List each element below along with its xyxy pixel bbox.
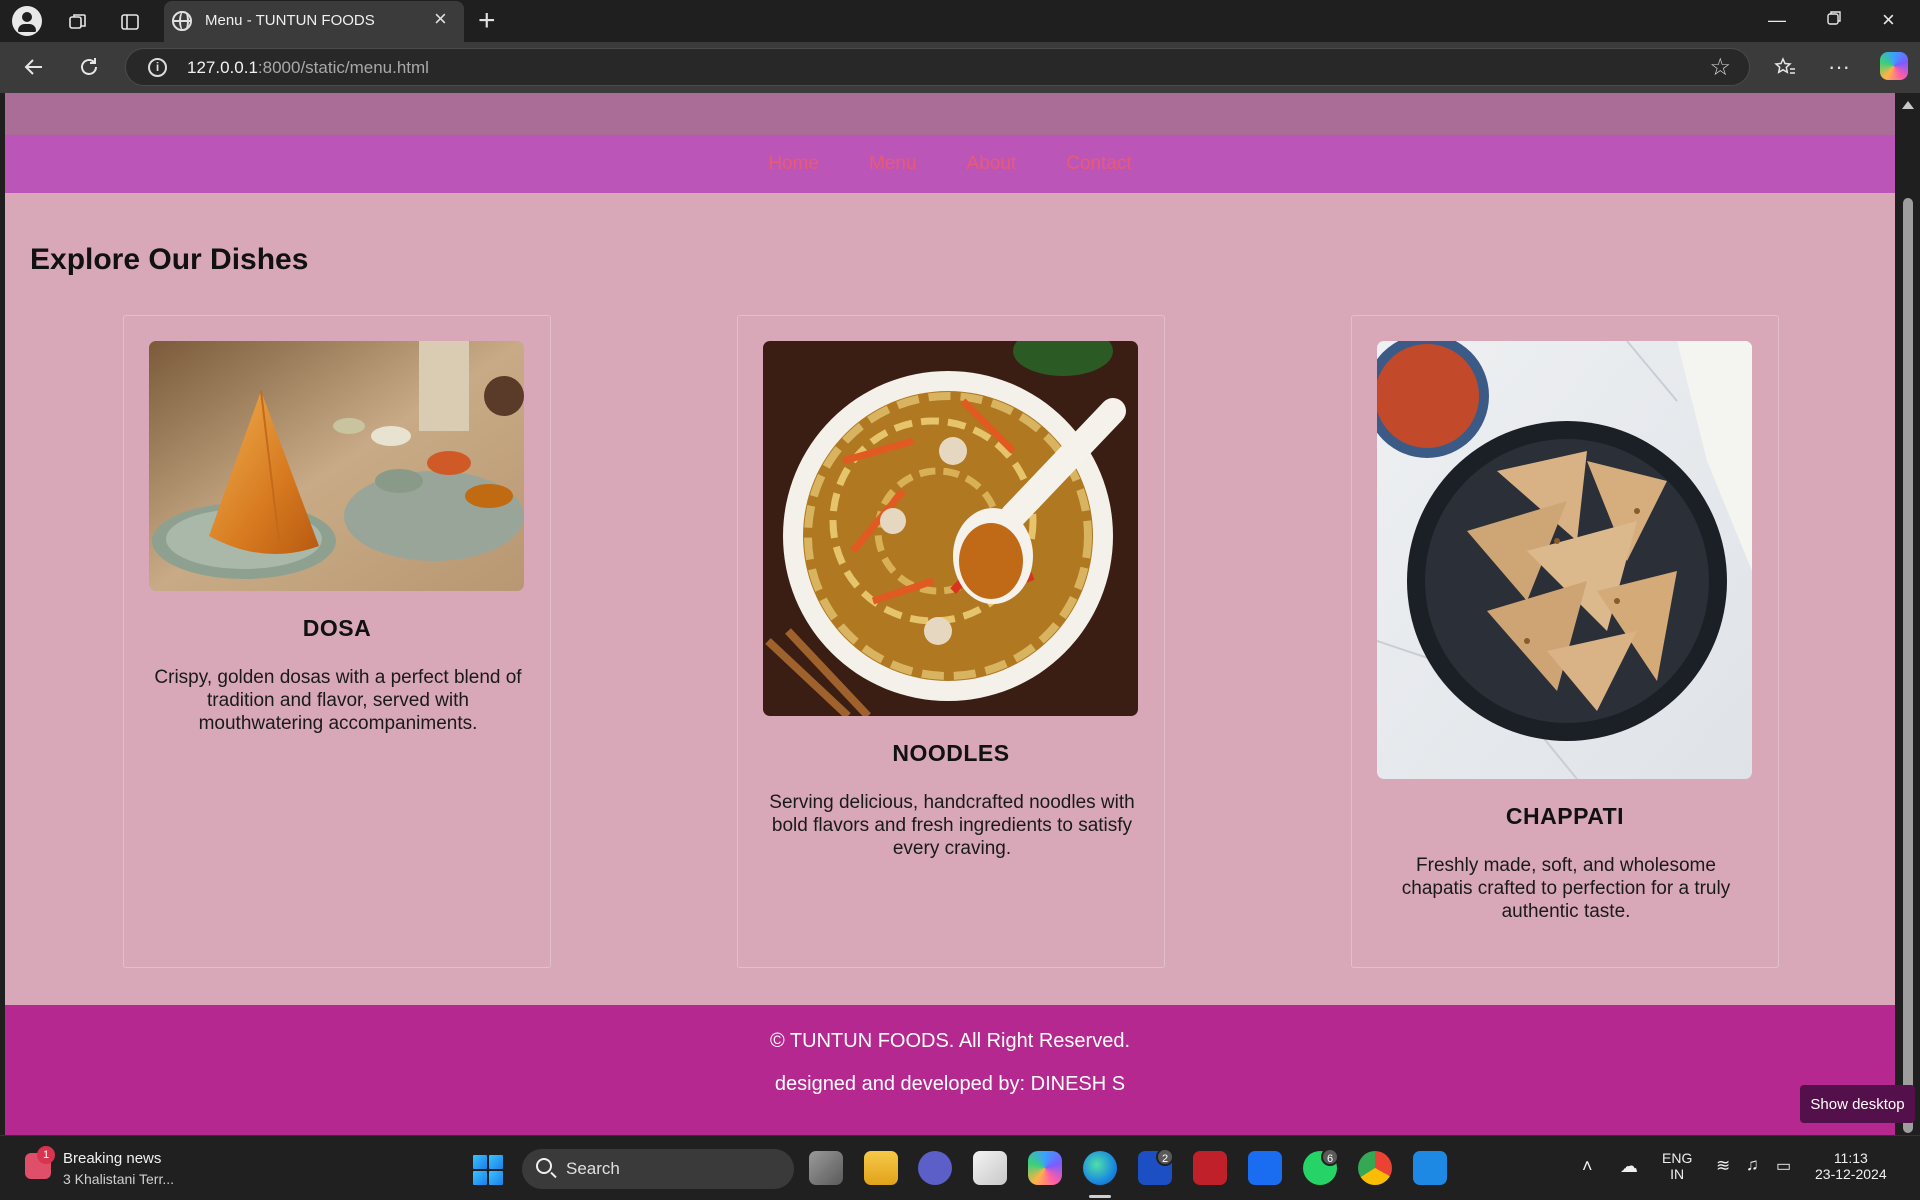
battery-icon[interactable]: ▭	[1776, 1156, 1791, 1176]
scroll-thumb[interactable]	[1903, 198, 1913, 1133]
language-region: IN	[1670, 1166, 1685, 1182]
clock-date: 23-12-2024	[1815, 1166, 1887, 1182]
vscode-icon[interactable]	[1413, 1151, 1447, 1185]
page-scrollbar[interactable]	[1896, 93, 1920, 1135]
favorite-star-icon[interactable]: ☆	[1709, 53, 1731, 82]
new-tab-icon[interactable]: +	[478, 4, 496, 38]
mcafee-icon[interactable]	[1193, 1151, 1227, 1185]
url-input[interactable]: i 127.0.0.1:8000/static/menu.html ☆	[125, 48, 1750, 86]
dish-name: CHAPPATI	[1505, 803, 1625, 829]
whatsapp-badge: 6	[1321, 1148, 1339, 1166]
profile-icon[interactable]	[12, 6, 42, 36]
dish-description: Freshly made, soft, and wholesome chapat…	[1401, 855, 1731, 922]
copilot-taskbar-icon[interactable]	[1028, 1151, 1062, 1185]
page-title: Explore Our Dishes	[30, 243, 309, 276]
reload-icon[interactable]	[71, 50, 107, 84]
site-nav: Home Menu About Contact	[5, 135, 1895, 193]
dish-card-noodles: NOODLES Serving delicious, handcrafted n…	[737, 315, 1165, 968]
footer-credit: designed and developed by: DINESH S	[774, 1073, 1126, 1095]
url-text: 127.0.0.1:8000/static/menu.html	[187, 58, 429, 77]
edge-icon[interactable]	[1083, 1151, 1117, 1185]
restore-icon[interactable]	[1826, 9, 1842, 31]
dish-name: NOODLES	[892, 740, 1010, 766]
site-header-band	[5, 93, 1895, 135]
address-toolbar: i 127.0.0.1:8000/static/menu.html ☆ ···	[0, 42, 1920, 93]
wifi-icon[interactable]: ≋	[1716, 1156, 1730, 1176]
workspaces-icon[interactable]	[60, 8, 96, 36]
dish-description: Serving delicious, handcrafted noodles w…	[769, 792, 1135, 859]
noodles-image	[763, 341, 1138, 716]
dosa-image	[149, 341, 524, 591]
edge-active-indicator	[1089, 1195, 1111, 1198]
footer-copyright: © TUNTUN FOODS. All Right Reserved.	[770, 1030, 1130, 1052]
minimize-icon[interactable]: —	[1768, 9, 1786, 31]
browser-tab-bar: Menu - TUNTUN FOODS × + — ×	[0, 0, 1920, 42]
chappati-image	[1377, 341, 1752, 779]
news-badge: 1	[37, 1146, 55, 1164]
favorites-icon[interactable]	[1767, 50, 1803, 84]
news-subtitle[interactable]: 3 Khalistani Terr...	[63, 1171, 174, 1187]
store-icon[interactable]	[973, 1151, 1007, 1185]
site-footer: © TUNTUN FOODS. All Right Reserved. desi…	[5, 1005, 1895, 1135]
clock[interactable]: 11:13 23-12-2024	[1815, 1150, 1887, 1182]
onedrive-icon[interactable]: ☁	[1620, 1156, 1638, 1177]
dish-card-chappati: CHAPPATI Freshly made, soft, and wholeso…	[1351, 315, 1779, 968]
windows-start-icon[interactable]	[473, 1155, 503, 1185]
volume-icon[interactable]: ♫	[1746, 1155, 1759, 1175]
dish-description: Crispy, golden dosas with a perfect blen…	[154, 667, 522, 734]
teams-icon[interactable]	[918, 1151, 952, 1185]
taskbar-search[interactable]: Search	[522, 1149, 794, 1189]
globe-icon	[172, 11, 192, 31]
news-title[interactable]: Breaking news	[63, 1150, 161, 1167]
site-info-icon[interactable]: i	[148, 58, 167, 77]
taskbar: 1 Breaking news 3 Khalistani Terr... Sea…	[0, 1135, 1920, 1200]
search-label: Search	[566, 1159, 620, 1178]
page-viewport: Home Menu About Contact Explore Our Dish…	[5, 93, 1895, 1135]
language-code: ENG	[1662, 1150, 1693, 1166]
nav-home[interactable]: Home	[768, 153, 819, 175]
l-app-badge: 2	[1156, 1148, 1174, 1166]
back-icon[interactable]	[16, 50, 52, 84]
show-hidden-icons[interactable]: ˄	[1582, 1156, 1593, 1177]
scroll-up-icon[interactable]	[1902, 101, 1914, 109]
nav-contact[interactable]: Contact	[1066, 153, 1131, 175]
clock-time: 11:13	[1833, 1150, 1868, 1166]
search-icon	[536, 1158, 552, 1174]
close-window-icon[interactable]: ×	[1882, 9, 1895, 31]
nav-menu[interactable]: Menu	[869, 153, 917, 175]
chrome-icon[interactable]	[1358, 1151, 1392, 1185]
nav-about[interactable]: About	[967, 153, 1017, 175]
show-desktop-tooltip: Show desktop	[1800, 1085, 1915, 1123]
tab-title: Menu - TUNTUN FOODS	[205, 12, 375, 29]
more-menu-icon[interactable]: ···	[1821, 50, 1857, 84]
close-tab-icon[interactable]: ×	[434, 8, 447, 30]
language-indicator[interactable]: ENG IN	[1662, 1150, 1692, 1182]
vertical-tabs-icon[interactable]	[112, 8, 148, 36]
file-explorer-icon[interactable]	[864, 1151, 898, 1185]
task-view-icon[interactable]	[809, 1151, 843, 1185]
dish-name: DOSA	[302, 615, 372, 641]
dropbox-icon[interactable]	[1248, 1151, 1282, 1185]
copilot-icon[interactable]	[1880, 52, 1908, 80]
dish-card-dosa: DOSA Crispy, golden dosas with a perfect…	[123, 315, 551, 968]
